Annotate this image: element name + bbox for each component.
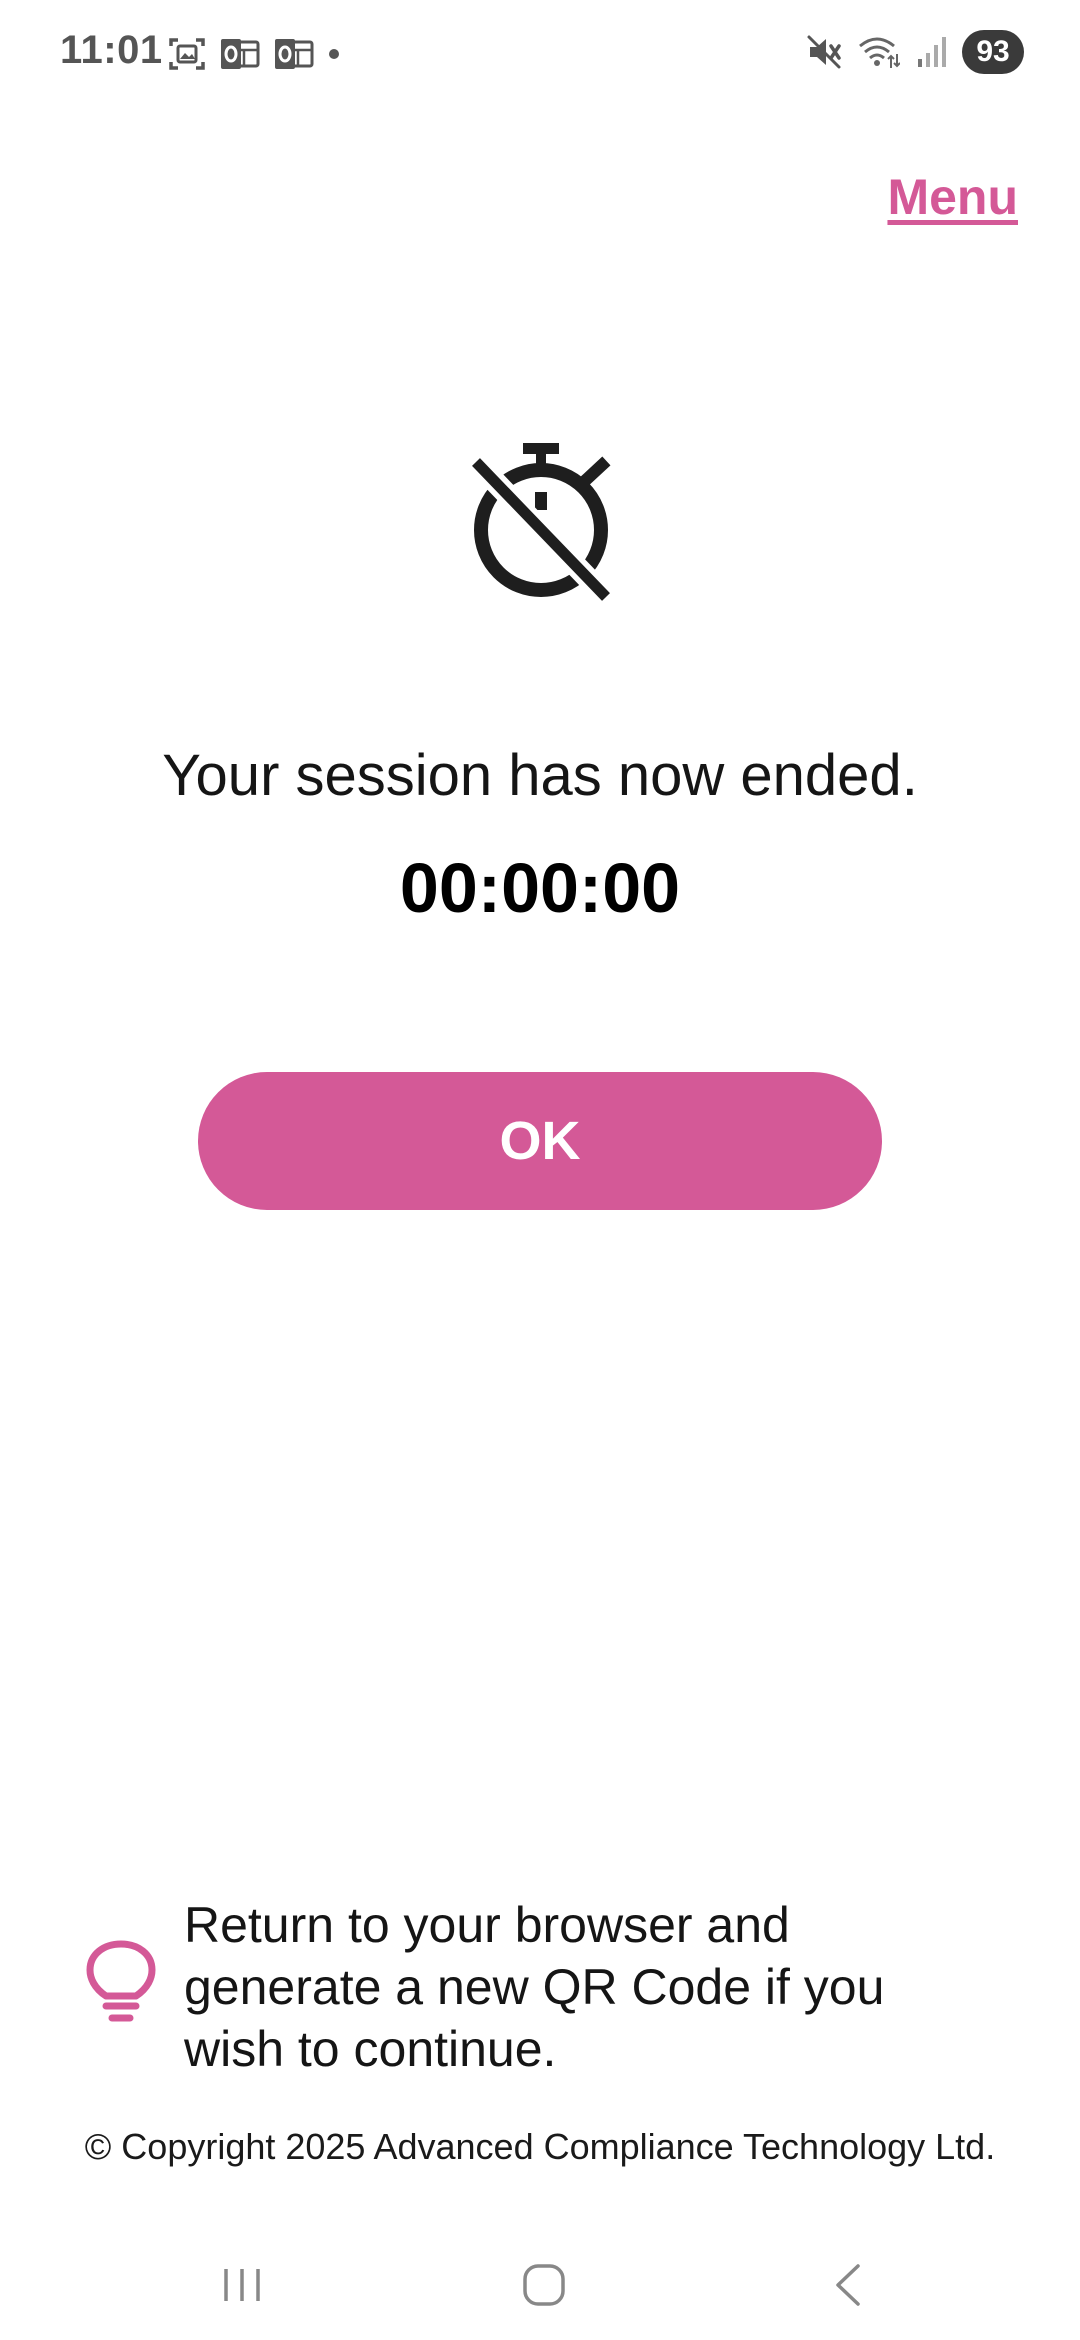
back-icon[interactable]	[808, 2250, 888, 2320]
session-ended-message: Your session has now ended.	[162, 743, 918, 808]
session-timer: 00:00:00	[399, 849, 681, 927]
outlook-icon	[274, 37, 314, 71]
outlook-icon	[220, 37, 260, 71]
signal-icon	[916, 35, 946, 69]
recents-icon[interactable]	[202, 2250, 282, 2320]
navigation-bar	[0, 2230, 1080, 2340]
menu-link[interactable]: Menu	[887, 168, 1018, 226]
system-status-icons: 93	[806, 30, 1024, 74]
tip-text: Return to your browser and generate a ne…	[184, 1897, 885, 2077]
status-time: 11:01	[60, 28, 163, 72]
copyright-text: © Copyright 2025 Advanced Compliance Tec…	[84, 2126, 996, 2167]
wifi-icon	[858, 34, 900, 70]
mute-icon	[806, 34, 842, 70]
timer-off-icon	[466, 440, 616, 605]
home-icon[interactable]	[504, 2250, 584, 2320]
lightbulb-icon	[86, 1940, 156, 2030]
screenshot-icon	[168, 36, 206, 72]
dot-icon	[328, 48, 340, 60]
notification-icons	[168, 36, 340, 72]
ok-button[interactable]: OK	[198, 1072, 882, 1210]
status-bar: 11:01 93	[0, 0, 1080, 110]
battery-indicator: 93	[962, 30, 1024, 74]
